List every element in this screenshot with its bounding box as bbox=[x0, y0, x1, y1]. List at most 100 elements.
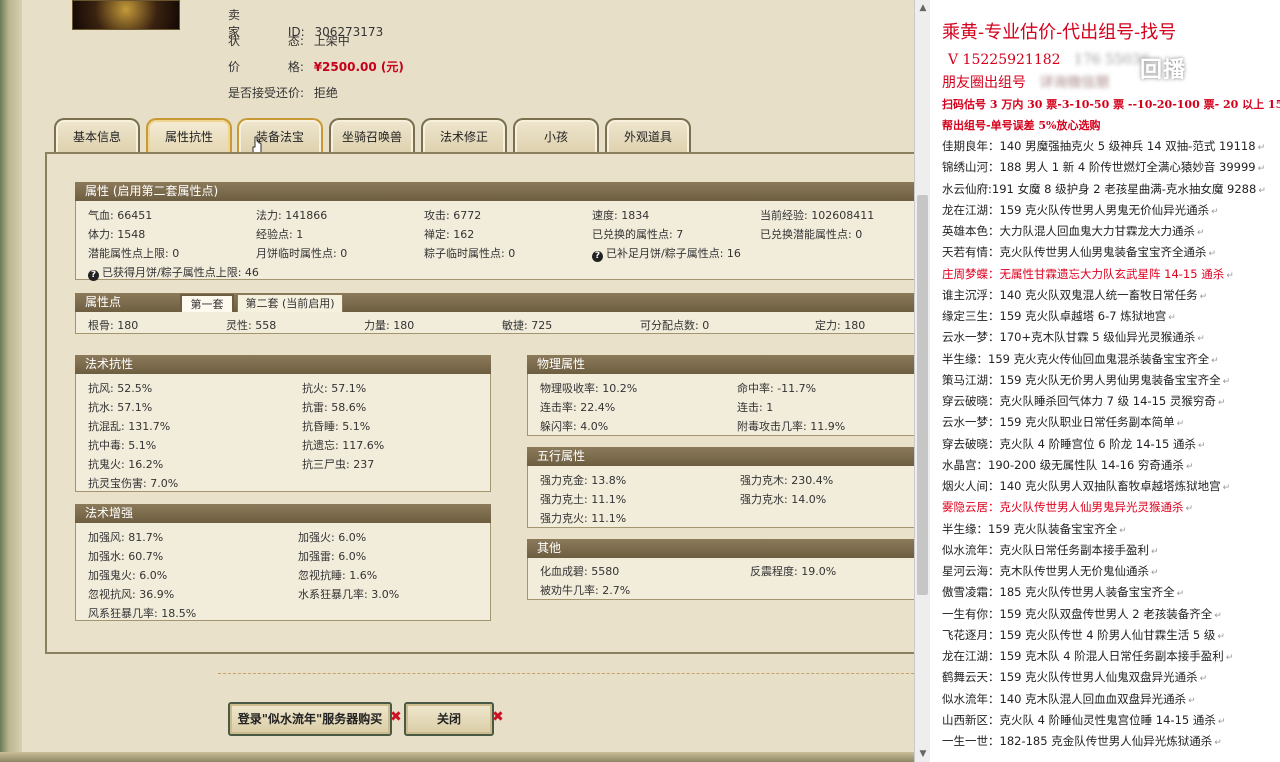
ad-document-panel: 乘黄-专业估价-代出组号-找号 V 15225921182 176 55036 … bbox=[930, 0, 1280, 762]
tab-children[interactable]: 小孩 bbox=[513, 118, 599, 154]
other-counter-shock: 反震程度: 19.0% bbox=[750, 565, 837, 578]
counter-offer-value: 拒绝 bbox=[313, 86, 338, 100]
boost-thunder: 加强雷: 6.0% bbox=[298, 550, 367, 563]
resist-treasure: 抗灵宝伤害: 7.0% bbox=[88, 477, 179, 490]
other-header: 其他 bbox=[527, 539, 915, 558]
ad-circle: 朋友圈出组号 详询微信朋 bbox=[942, 75, 1110, 91]
physical-header: 物理属性 bbox=[527, 355, 915, 374]
boost-ghostfire: 加强鬼火: 6.0% bbox=[88, 569, 168, 582]
paragraph-mark-icon: ↵ bbox=[1176, 419, 1185, 430]
paragraph-mark-icon: ↵ bbox=[1222, 376, 1231, 387]
ad-phone: V 15225921182 176 55036 bbox=[948, 52, 1150, 68]
price-row: 价 格: ¥2500.00 (元) bbox=[228, 60, 404, 74]
magic-boost-header: 法术增强 bbox=[75, 504, 491, 523]
character-avatar bbox=[72, 0, 180, 30]
elem-water: 强力克水: 14.0% bbox=[740, 493, 827, 506]
elem-earth: 强力克土: 11.1% bbox=[540, 493, 627, 506]
stat-stamina: 体力: 1548 bbox=[88, 228, 146, 241]
stat-mooncake-temp: 月饼临时属性点: 0 bbox=[256, 247, 348, 260]
stat-filled-points: ? 已补足月饼/粽子属性点: 16 bbox=[592, 245, 741, 262]
paragraph-mark-icon: ↵ bbox=[1217, 398, 1226, 408]
ad-listing-item: 龙在江湖：159 克火队传世男人男鬼无价仙异光通杀 ↵ bbox=[942, 202, 1219, 217]
ad-listing-item: 佳期良年：140 男魔强抽克火 5 级神兵 14 双抽-范式 19118 ↵ bbox=[942, 139, 1266, 153]
scroll-thumb[interactable] bbox=[917, 195, 928, 595]
tab-equipment[interactable]: 装备法宝 bbox=[237, 118, 323, 154]
elem-fire: 强力克火: 11.1% bbox=[540, 512, 627, 525]
tab-basic-info[interactable]: 基本信息 bbox=[54, 118, 140, 154]
login-server-buy-button[interactable]: 登录"似水流年"服务器购买 bbox=[228, 702, 392, 736]
frame-bottom-border bbox=[0, 752, 930, 762]
frame-left-border bbox=[0, 0, 22, 762]
paragraph-mark-icon: ↵ bbox=[1151, 568, 1159, 578]
question-icon[interactable]: ? bbox=[88, 270, 99, 281]
ad-listing-item: 穿云破晓：克火队睡杀回气体力 7 级 14-15 灵猴穷奇 ↵ bbox=[942, 394, 1226, 408]
stat-attack: 攻击: 6772 bbox=[424, 209, 482, 222]
ad-listing-item: 烟火人间：140 克火队男人双抽队畜牧卓越塔炼狱地宫 ↵ bbox=[942, 479, 1231, 493]
ad-listing-item: 半生缘：159 克火队装备宝宝齐全 ↵ bbox=[942, 521, 1127, 536]
magic-resist-header: 法术抗性 bbox=[75, 355, 491, 374]
close-button[interactable]: 关闭 bbox=[404, 702, 494, 736]
other-persuade-rate: 被劝牛几率: 2.7% bbox=[540, 584, 631, 597]
stat-exchanged-points: 已兑换的属性点: 7 bbox=[592, 228, 684, 241]
ignore-resist-sleep: 忽视抗睡: 1.6% bbox=[298, 569, 378, 582]
ad-listing-item: 水云仙府:191 女魔 8 级护身 2 老孩星曲满-克水抽女魔 9288 ↵ bbox=[942, 181, 1266, 196]
elements-header: 五行属性 bbox=[527, 447, 915, 466]
scroll-up-arrow-icon[interactable]: ▲ bbox=[915, 0, 931, 16]
point-strength: 力量: 180 bbox=[364, 319, 415, 332]
ad-listing-item: 缘定三生：159 克火队卓越塔 6-7 炼狱地宫 ↵ bbox=[942, 309, 1176, 323]
other-blood-jade: 化血成碧: 5580 bbox=[540, 565, 620, 578]
ad-listing-item: 飞花逐月：159 克火队传世 4 阶男人仙甘霖生活 5 级 ↵ bbox=[942, 627, 1225, 642]
scroll-down-arrow-icon[interactable]: ▼ bbox=[915, 746, 931, 762]
paragraph-mark-icon: ↵ bbox=[1176, 589, 1185, 600]
vertical-scrollbar[interactable]: ▲ ▼ bbox=[914, 0, 931, 762]
tab-attr-set-2[interactable]: 第二套 (当前启用) bbox=[237, 294, 343, 314]
stat-zongzi-temp: 粽子临时属性点: 0 bbox=[424, 247, 516, 260]
stat-potential-cap: 潜能属性点上限: 0 bbox=[88, 247, 180, 260]
resist-poison: 抗中毒: 5.1% bbox=[88, 439, 157, 452]
counter-offer-row: 是否接受还价: 拒绝 bbox=[228, 86, 338, 100]
resist-fire: 抗火: 57.1% bbox=[302, 382, 367, 395]
ad-promo-line-2: 帮出组号-单号误差 5%放心选购 bbox=[942, 119, 1101, 132]
tab-attributes[interactable]: 属性抗性 bbox=[146, 118, 232, 154]
paragraph-mark-icon: ↵ bbox=[1185, 461, 1194, 472]
ad-listing-item: 水晶宫：190-200 级无属性队 14-16 穷奇通杀 ↵ bbox=[942, 457, 1194, 472]
tab-magic-fix[interactable]: 法术修正 bbox=[421, 118, 507, 154]
close-x-icon: ✖ bbox=[492, 709, 504, 725]
point-constitution: 根骨: 180 bbox=[88, 319, 139, 332]
paragraph-mark-icon: ↵ bbox=[1217, 631, 1225, 642]
tab-appearance[interactable]: 外观道具 bbox=[605, 118, 691, 154]
wind-crit-rate: 风系狂暴几率: 18.5% bbox=[88, 607, 197, 620]
stat-speed: 速度: 1834 bbox=[592, 209, 650, 222]
stat-exchanged-potential: 已兑换潜能属性点: 0 bbox=[760, 228, 863, 241]
ad-listing-item: 似水流年：140 克木队混人回血血双盘异光通杀 ↵ bbox=[942, 691, 1196, 706]
resist-corpse-worm: 抗三尸虫: 237 bbox=[302, 458, 375, 471]
ad-listing-item: 云水一梦：170+克木队甘霖 5 级仙异光灵猴通杀 ↵ bbox=[942, 330, 1205, 345]
elem-metal: 强力克金: 13.8% bbox=[540, 474, 627, 487]
point-agility: 敏捷: 725 bbox=[502, 319, 553, 332]
ad-listing-item: 山西新区：克火队 4 阶睡仙灵性鬼宫位睡 14-15 通杀 ↵ bbox=[942, 712, 1226, 727]
question-icon[interactable]: ? bbox=[592, 251, 603, 262]
paragraph-mark-icon: ↵ bbox=[1168, 313, 1176, 323]
boost-water: 加强水: 60.7% bbox=[88, 550, 164, 563]
ad-listing-item: 半生缘：159 克火克火传仙回血鬼混杀装备宝宝齐全 ↵ bbox=[942, 351, 1219, 366]
paragraph-mark-icon: ↵ bbox=[1214, 610, 1222, 621]
elem-wood: 强力克木: 230.4% bbox=[740, 474, 834, 487]
stat-exp-points: 经验点: 1 bbox=[256, 228, 304, 241]
point-endurance: 定力: 180 bbox=[815, 319, 866, 332]
stat-obtained-cap: ? 已获得月饼/粽子属性点上限: 46 bbox=[88, 264, 259, 281]
ad-listing-item: 傲雪凌霜：185 克火队传世男人装备宝宝齐全 ↵ bbox=[942, 585, 1185, 600]
paragraph-mark-icon: ↵ bbox=[1151, 546, 1159, 557]
tab-mounts-summons[interactable]: 坐骑召唤兽 bbox=[329, 118, 415, 154]
status-value: 上架中 bbox=[313, 34, 350, 48]
resist-water: 抗水: 57.1% bbox=[88, 401, 153, 414]
point-unassigned: 可分配点数: 0 bbox=[640, 319, 710, 332]
phys-combo-rate: 连击率: 22.4% bbox=[540, 401, 616, 414]
paragraph-mark-icon: ↵ bbox=[1119, 525, 1127, 536]
paragraph-mark-icon: ↵ bbox=[1211, 355, 1219, 366]
paragraph-mark-icon: ↵ bbox=[1185, 504, 1194, 515]
phys-dodge: 躲闪率: 4.0% bbox=[540, 420, 609, 433]
ad-listing-item: 天若有情：克火队传世男人仙男鬼装备宝宝齐全通杀 ↵ bbox=[942, 245, 1217, 260]
price-value: ¥2500.00 (元) bbox=[313, 60, 404, 74]
ad-listing-item: 穿去破晓：克火队 4 阶睡宫位 6 阶龙 14-15 通杀 ↵ bbox=[942, 436, 1206, 451]
ignore-resist-wind: 忽视抗风: 36.9% bbox=[88, 588, 175, 601]
